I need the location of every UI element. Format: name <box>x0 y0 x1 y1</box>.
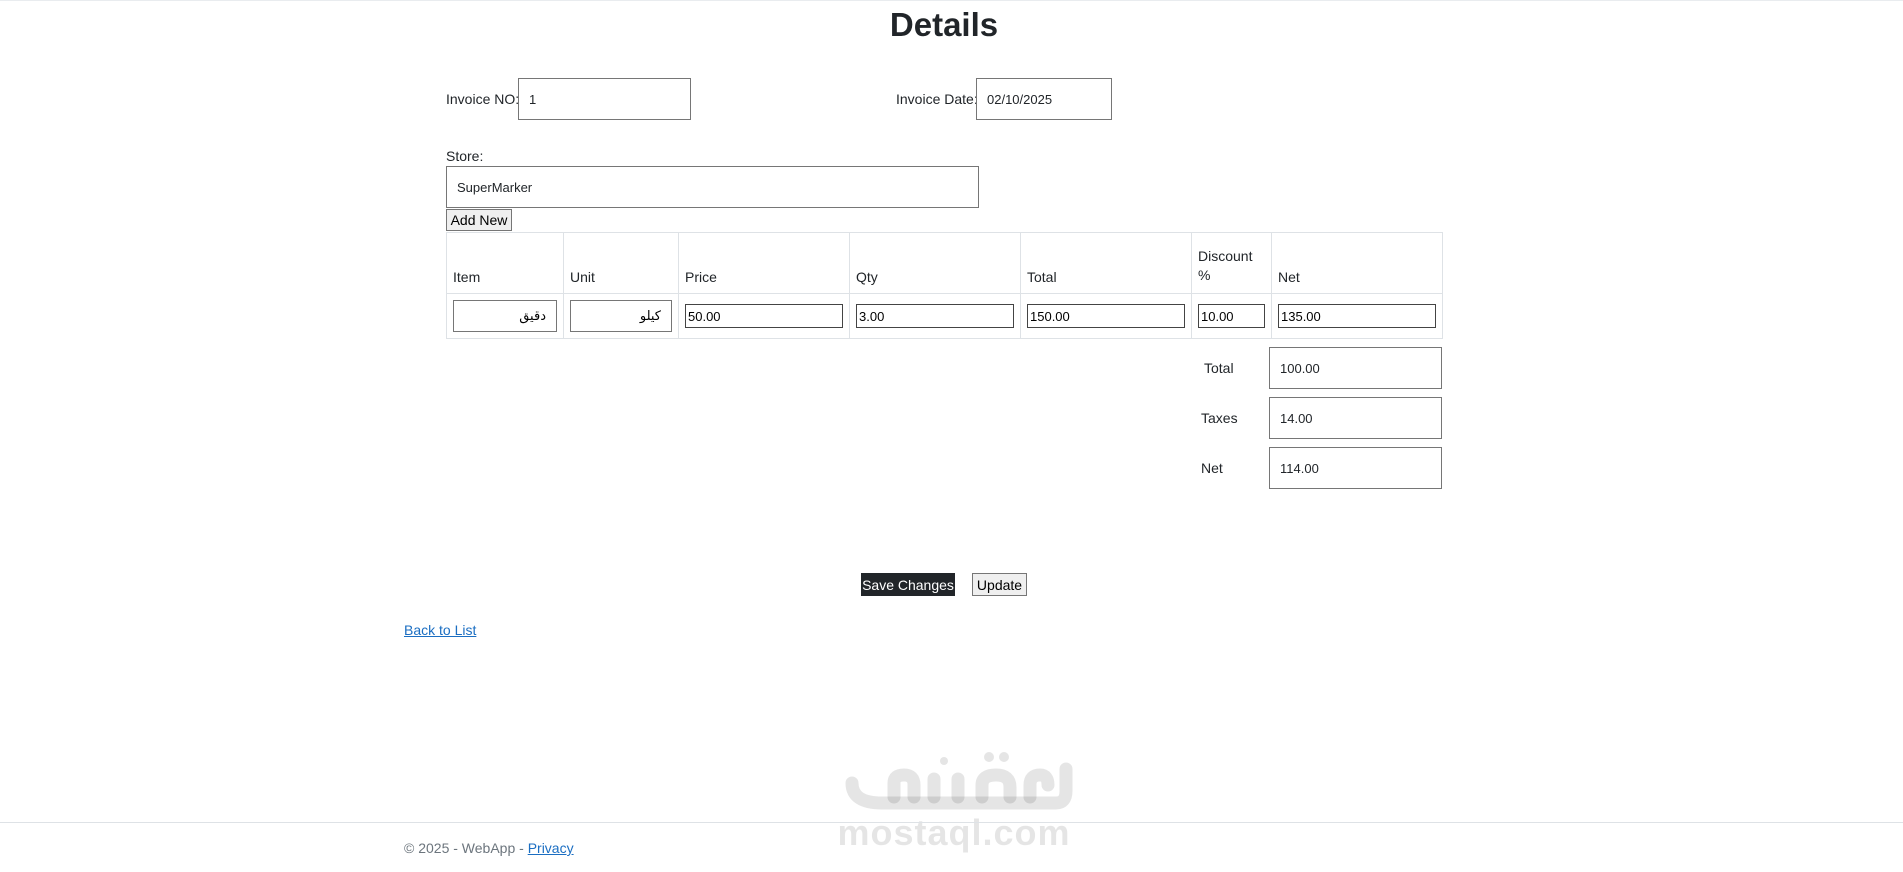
page-title: Details <box>889 6 999 43</box>
privacy-link[interactable]: Privacy <box>528 840 574 856</box>
cell-discount <box>1191 293 1272 339</box>
invoice-no-input[interactable] <box>518 78 691 120</box>
footer: © 2025 - WebApp - Privacy <box>404 840 574 856</box>
price-input[interactable] <box>685 304 843 328</box>
table-row <box>446 293 1443 339</box>
cell-total <box>1020 293 1192 339</box>
invoice-no-label: Invoice NO: <box>446 91 520 107</box>
summary-taxes-label: Taxes <box>1201 410 1238 426</box>
invoice-date-label: Invoice Date: <box>896 91 978 107</box>
header-total: Total <box>1020 232 1192 294</box>
row-total-input[interactable] <box>1027 304 1185 328</box>
items-table: Item Unit Price Qty Total Discount % Net <box>446 232 1443 339</box>
row-net-input[interactable] <box>1278 304 1436 328</box>
header-item: Item <box>446 232 564 294</box>
store-input[interactable] <box>446 166 979 208</box>
invoice-date-input[interactable] <box>976 78 1112 120</box>
cell-price <box>678 293 850 339</box>
footer-copyright: © 2025 - WebApp - <box>404 840 528 856</box>
watermark-text: mostaql.com <box>837 812 1071 853</box>
watermark-logo-icon <box>845 752 1073 810</box>
add-new-button[interactable]: Add New <box>446 209 512 231</box>
cell-unit <box>563 293 679 339</box>
item-input[interactable] <box>453 300 557 332</box>
header-unit: Unit <box>563 232 679 294</box>
header-qty: Qty <box>849 232 1021 294</box>
header-price: Price <box>678 232 850 294</box>
summary-taxes-input[interactable] <box>1269 397 1442 439</box>
table-header-row: Item Unit Price Qty Total Discount % Net <box>446 232 1443 294</box>
unit-input[interactable] <box>570 300 672 332</box>
qty-input[interactable] <box>856 304 1014 328</box>
header-net: Net <box>1271 232 1443 294</box>
discount-input[interactable] <box>1198 304 1265 328</box>
cell-net <box>1271 293 1443 339</box>
top-divider <box>0 0 1903 1</box>
update-button[interactable]: Update <box>972 573 1027 596</box>
summary-net-label: Net <box>1201 460 1223 476</box>
cell-qty <box>849 293 1021 339</box>
store-label: Store: <box>446 148 484 164</box>
save-changes-button[interactable]: Save Changes <box>861 573 955 596</box>
summary-total-label: Total <box>1204 360 1234 376</box>
cell-item <box>446 293 564 339</box>
summary-net-input[interactable] <box>1269 447 1442 489</box>
header-discount: Discount % <box>1191 232 1272 294</box>
footer-divider <box>0 822 1903 823</box>
back-to-list-link[interactable]: Back to List <box>404 622 476 638</box>
summary-total-input[interactable] <box>1269 347 1442 389</box>
